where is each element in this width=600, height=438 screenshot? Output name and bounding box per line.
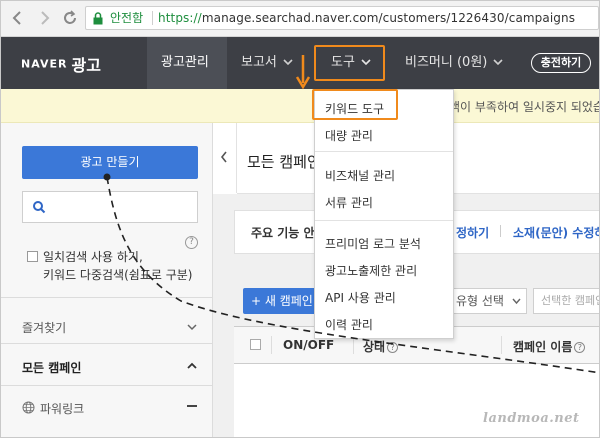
collapse-icon[interactable] bbox=[187, 405, 197, 407]
column-divider bbox=[501, 336, 502, 354]
menu-ad-management[interactable]: 광고관리 bbox=[161, 37, 209, 89]
tools-dropdown-menu: 키워드 도구 대량 관리 비즈채널 관리 서류 관리 프리미엄 로그 분석 광고… bbox=[314, 89, 454, 339]
chevron-down-icon bbox=[512, 289, 521, 323]
menu-item-bizchannel[interactable]: 비즈채널 관리 bbox=[325, 167, 395, 184]
tools-menu-highlight bbox=[314, 45, 385, 81]
forward-icon[interactable] bbox=[35, 9, 53, 27]
divider bbox=[500, 225, 501, 237]
new-campaign-button[interactable]: + 새 캠페인 bbox=[243, 288, 321, 314]
column-status-label: 상태 bbox=[363, 340, 386, 354]
search-icon bbox=[33, 201, 46, 214]
security-label: 안전함 bbox=[110, 11, 144, 25]
menu-reports[interactable]: 보고서 bbox=[241, 37, 293, 89]
menu-item-api[interactable]: API 사용 관리 bbox=[325, 289, 396, 306]
charge-button[interactable]: 충전하기 bbox=[531, 53, 591, 73]
menu-item-exposure-limit[interactable]: 광고노출제한 관리 bbox=[325, 262, 417, 279]
multi-keyword-label: 키워드 다중검색(쉼표로 구분) bbox=[43, 268, 193, 282]
menu-divider bbox=[315, 151, 453, 152]
edit-creative-link[interactable]: 소재(문안) 수정하 bbox=[513, 224, 599, 241]
exact-match-label: 일치검색 사용 하기, bbox=[43, 250, 143, 264]
column-status[interactable]: 상태? bbox=[363, 338, 399, 355]
naver-ad-logo[interactable]: NAVER 광고 bbox=[21, 52, 101, 75]
browser-window: 안전함 https://manage.searchad.naver.com/cu… bbox=[0, 0, 600, 438]
divider bbox=[1, 385, 213, 386]
watermark: landmoa.net bbox=[483, 411, 580, 426]
column-divider bbox=[271, 336, 272, 354]
arrow-down-icon bbox=[295, 55, 311, 90]
notice-text: 액이 부족하여 일시중지 되었습 bbox=[449, 100, 600, 114]
powerlink-label[interactable]: 파워링크 bbox=[40, 400, 84, 417]
browser-toolbar: 안전함 https://manage.searchad.naver.com/cu… bbox=[1, 1, 599, 37]
menu-label: 비즈머니 (0원) bbox=[405, 55, 488, 70]
exact-match-checkbox[interactable] bbox=[27, 251, 38, 262]
page-title: 모든 캠페인 bbox=[247, 153, 321, 171]
feature-link[interactable]: 정하기 bbox=[456, 224, 489, 241]
chevron-down-icon bbox=[493, 38, 503, 90]
lock-icon bbox=[93, 12, 103, 25]
menu-item-premium-log[interactable]: 프리미엄 로그 분석 bbox=[325, 235, 421, 252]
favorites-label[interactable]: 즐겨찾기 bbox=[22, 319, 66, 336]
menu-item-history[interactable]: 이력 관리 bbox=[325, 316, 373, 333]
url-path: manage.searchad.naver.com/customers/1226… bbox=[201, 11, 576, 25]
menu-label: 광고관리 bbox=[161, 55, 209, 70]
column-campaign-name[interactable]: 캠페인 이름? bbox=[513, 338, 586, 355]
help-icon[interactable]: ? bbox=[574, 342, 586, 353]
help-icon[interactable]: ? bbox=[387, 342, 399, 353]
divider bbox=[1, 343, 213, 344]
logo-service: 광고 bbox=[71, 56, 101, 75]
notice-banner: 액이 부족하여 일시중지 되었습 bbox=[1, 89, 600, 123]
type-select-label: 유형 선택 bbox=[456, 294, 504, 308]
menu-item-bulk-management[interactable]: 대량 관리 bbox=[325, 127, 373, 144]
chevron-up-icon[interactable] bbox=[187, 361, 197, 371]
globe-icon bbox=[22, 401, 35, 414]
sidebar: 광고 만들기 ? 일치검색 사용 하기, 키워드 다중검색(쉼표로 구분) 즐겨… bbox=[1, 123, 213, 437]
chevron-left-icon bbox=[220, 151, 227, 163]
help-icon[interactable]: ? bbox=[185, 236, 198, 249]
menu-item-documents[interactable]: 서류 관리 bbox=[325, 194, 373, 211]
chevron-down-icon bbox=[283, 38, 293, 90]
back-icon[interactable] bbox=[9, 9, 27, 27]
campaign-search-input[interactable] bbox=[22, 191, 198, 223]
select-all-checkbox[interactable] bbox=[250, 339, 261, 350]
column-onoff[interactable]: ON/OFF bbox=[283, 338, 334, 352]
all-campaigns-label[interactable]: 모든 캠페인 bbox=[22, 359, 81, 376]
sidebar-toggle[interactable] bbox=[213, 123, 237, 193]
column-campaign-name-label: 캠페인 이름 bbox=[513, 340, 573, 354]
url-text: https://manage.searchad.naver.com/custom… bbox=[158, 10, 575, 26]
menu-bizmoney[interactable]: 비즈머니 (0원) bbox=[405, 37, 503, 89]
type-select[interactable]: 유형 선택 bbox=[445, 288, 527, 314]
logo-brand: NAVER bbox=[21, 57, 68, 71]
url-separator bbox=[152, 11, 153, 25]
menu-label: 보고서 bbox=[241, 55, 277, 70]
refresh-icon[interactable] bbox=[61, 9, 79, 27]
chevron-down-icon[interactable] bbox=[187, 322, 197, 332]
selected-campaign-select[interactable]: 선택한 캠페인 bbox=[533, 288, 599, 314]
create-ad-button[interactable]: 광고 만들기 bbox=[22, 146, 198, 179]
keyword-tool-highlight bbox=[312, 89, 398, 120]
url-scheme: https:// bbox=[158, 11, 202, 25]
divider bbox=[1, 297, 213, 298]
menu-divider bbox=[315, 220, 453, 221]
key-features-title: 주요 기능 안 bbox=[251, 226, 315, 240]
address-bar[interactable]: 안전함 https://manage.searchad.naver.com/cu… bbox=[85, 6, 599, 30]
campaign-table-body bbox=[234, 364, 599, 437]
